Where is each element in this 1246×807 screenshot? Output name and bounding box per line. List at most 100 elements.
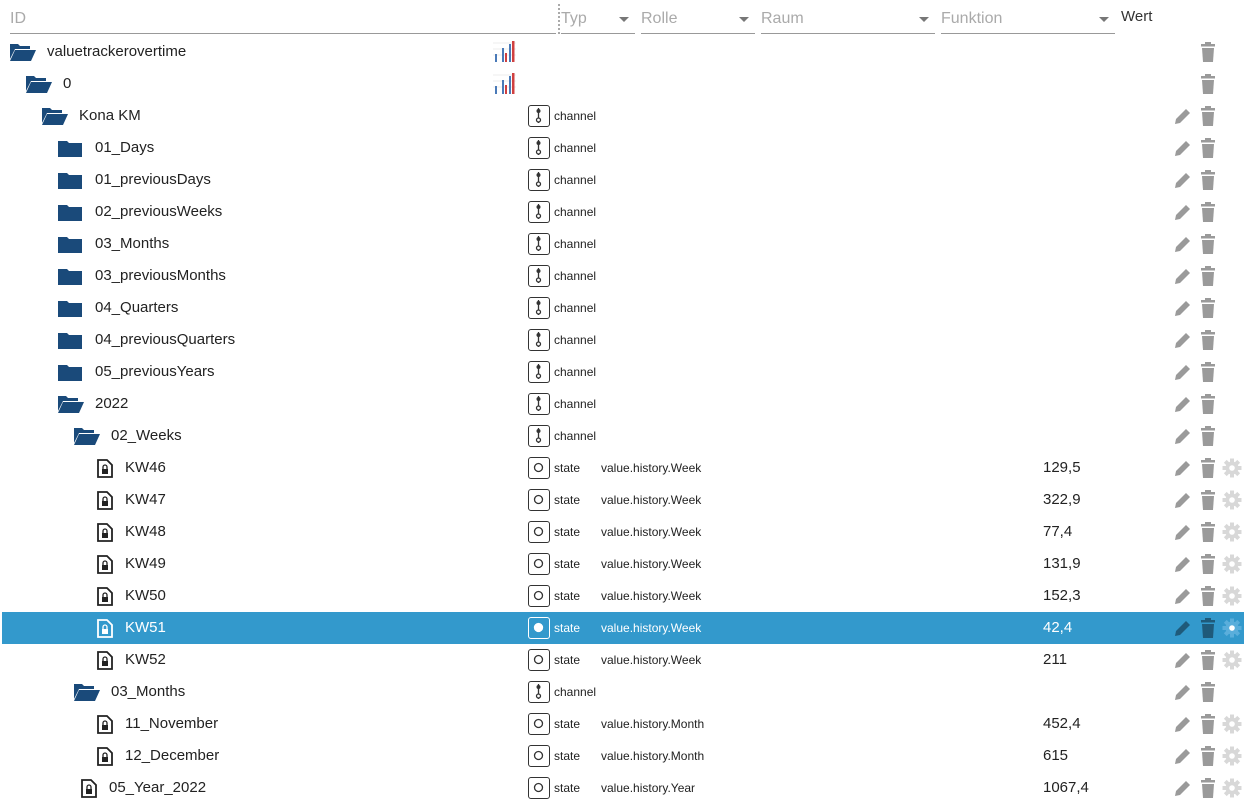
edit-icon[interactable] [1173, 298, 1193, 322]
edit-icon[interactable] [1173, 618, 1193, 642]
object-id[interactable]: 01_Days [95, 139, 154, 156]
delete-icon[interactable] [1199, 458, 1217, 482]
chart-icon[interactable] [492, 71, 516, 101]
object-id[interactable]: 0 [63, 75, 71, 92]
delete-icon[interactable] [1199, 298, 1217, 322]
file-lock-icon[interactable] [97, 587, 113, 610]
tree-row[interactable]: KW50 state value.history.Week 152,3 [2, 580, 1244, 612]
edit-icon[interactable] [1173, 426, 1193, 450]
delete-icon[interactable] [1199, 746, 1217, 770]
object-value[interactable]: 452,4 [1043, 715, 1081, 732]
delete-icon[interactable] [1199, 266, 1217, 290]
settings-icon[interactable] [1222, 458, 1242, 482]
delete-icon[interactable] [1199, 74, 1217, 98]
id-filter-input[interactable]: ID [10, 4, 556, 34]
tree-row[interactable]: 05_previousYears channel [2, 356, 1244, 388]
settings-icon[interactable] [1222, 714, 1242, 738]
delete-icon[interactable] [1199, 330, 1217, 354]
edit-icon[interactable] [1173, 234, 1193, 258]
folder-icon[interactable] [58, 299, 82, 321]
edit-icon[interactable] [1173, 458, 1193, 482]
delete-icon[interactable] [1199, 202, 1217, 226]
object-id[interactable]: valuetrackerovertime [47, 43, 186, 60]
tree-row[interactable]: 12_December state value.history.Month 615 [2, 740, 1244, 772]
object-id[interactable]: 05_Year_2022 [109, 779, 206, 796]
tree-row[interactable]: 02_previousWeeks channel [2, 196, 1244, 228]
object-id[interactable]: 12_December [125, 747, 219, 764]
folder-open-icon[interactable] [42, 107, 68, 129]
room-filter-select[interactable]: Raum [761, 4, 935, 34]
tree-row[interactable]: 02_Weeks channel [2, 420, 1244, 452]
edit-icon[interactable] [1173, 746, 1193, 770]
folder-icon[interactable] [58, 171, 82, 193]
tree-row[interactable]: 03_previousMonths channel [2, 260, 1244, 292]
folder-open-icon[interactable] [26, 75, 52, 97]
object-id[interactable]: 03_Months [111, 683, 185, 700]
delete-icon[interactable] [1199, 42, 1217, 66]
file-lock-icon[interactable] [97, 619, 113, 642]
object-id[interactable]: KW50 [125, 587, 166, 604]
object-value[interactable]: 129,5 [1043, 459, 1081, 476]
tree-row[interactable]: Kona KM channel [2, 100, 1244, 132]
role-filter-select[interactable]: Rolle [641, 4, 755, 34]
edit-icon[interactable] [1173, 554, 1193, 578]
chart-icon[interactable] [492, 39, 516, 69]
edit-icon[interactable] [1173, 266, 1193, 290]
folder-icon[interactable] [58, 203, 82, 225]
file-lock-icon[interactable] [97, 715, 113, 738]
type-filter-select[interactable]: Typ [561, 4, 635, 34]
object-id[interactable]: Kona KM [79, 107, 141, 124]
object-id[interactable]: KW51 [125, 619, 166, 636]
edit-icon[interactable] [1173, 138, 1193, 162]
delete-icon[interactable] [1199, 490, 1217, 514]
settings-icon[interactable] [1222, 778, 1242, 802]
folder-open-icon[interactable] [74, 427, 100, 449]
tree-row[interactable]: KW48 state value.history.Week 77,4 [2, 516, 1244, 548]
tree-row[interactable]: 0 [2, 68, 1244, 100]
tree-row[interactable]: 05_Year_2022 state value.history.Year 1067,… [2, 772, 1244, 804]
object-id[interactable]: 02_Weeks [111, 427, 182, 444]
folder-icon[interactable] [58, 235, 82, 257]
edit-icon[interactable] [1173, 682, 1193, 706]
object-id[interactable]: KW47 [125, 491, 166, 508]
object-id[interactable]: 04_Quarters [95, 299, 178, 316]
folder-open-icon[interactable] [74, 683, 100, 705]
object-value[interactable]: 1067,4 [1043, 779, 1089, 796]
folder-icon[interactable] [58, 363, 82, 385]
object-id[interactable]: KW46 [125, 459, 166, 476]
file-lock-icon[interactable] [97, 491, 113, 514]
object-id[interactable]: KW52 [125, 651, 166, 668]
object-value[interactable]: 77,4 [1043, 523, 1072, 540]
settings-icon[interactable] [1222, 618, 1242, 642]
file-lock-icon[interactable] [97, 555, 113, 578]
delete-icon[interactable] [1199, 714, 1217, 738]
object-id[interactable]: 2022 [95, 395, 128, 412]
folder-open-icon[interactable] [58, 395, 84, 417]
object-id[interactable]: 01_previousDays [95, 171, 211, 188]
object-value[interactable]: 322,9 [1043, 491, 1081, 508]
tree-row[interactable]: 2022 channel [2, 388, 1244, 420]
column-resize-handle[interactable] [558, 4, 560, 34]
folder-icon[interactable] [58, 139, 82, 161]
object-value[interactable]: 131,9 [1043, 555, 1081, 572]
edit-icon[interactable] [1173, 170, 1193, 194]
edit-icon[interactable] [1173, 586, 1193, 610]
settings-icon[interactable] [1222, 490, 1242, 514]
object-id[interactable]: 04_previousQuarters [95, 331, 235, 348]
tree-row[interactable]: KW46 state value.history.Week 129,5 [2, 452, 1244, 484]
tree-row[interactable]: 03_Months channel [2, 676, 1244, 708]
delete-icon[interactable] [1199, 426, 1217, 450]
edit-icon[interactable] [1173, 202, 1193, 226]
settings-icon[interactable] [1222, 586, 1242, 610]
delete-icon[interactable] [1199, 234, 1217, 258]
object-id[interactable]: KW49 [125, 555, 166, 572]
edit-icon[interactable] [1173, 490, 1193, 514]
delete-icon[interactable] [1199, 778, 1217, 802]
folder-icon[interactable] [58, 267, 82, 289]
delete-icon[interactable] [1199, 522, 1217, 546]
tree-row[interactable]: 01_previousDays channel [2, 164, 1244, 196]
delete-icon[interactable] [1199, 618, 1217, 642]
delete-icon[interactable] [1199, 170, 1217, 194]
object-id[interactable]: 11_November [125, 715, 218, 732]
settings-icon[interactable] [1222, 746, 1242, 770]
